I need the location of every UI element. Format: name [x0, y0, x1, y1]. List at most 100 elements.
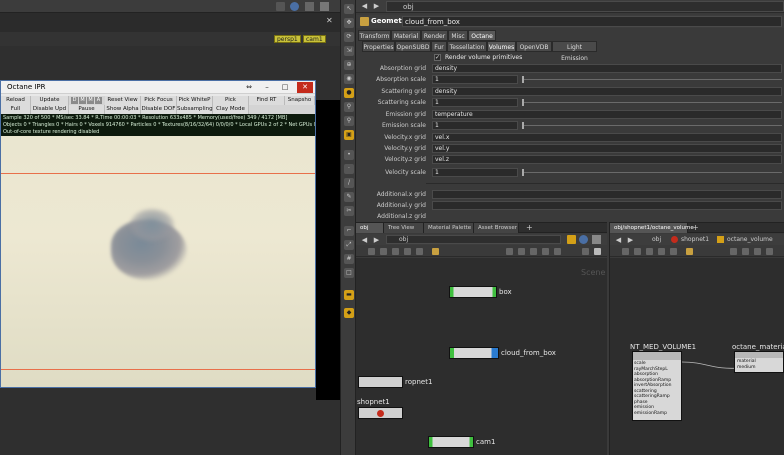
octane-ipr-window[interactable]: Octane IPR ⇔ – □ ✕ Reload Update D M M A… [0, 80, 316, 388]
add-tab-icon[interactable]: + [692, 223, 702, 233]
display-icon[interactable] [594, 248, 601, 255]
brush-icon[interactable]: / [344, 178, 354, 188]
render-volume-checkbox[interactable]: ✓ [434, 54, 441, 61]
absorption-scale-field[interactable]: 1 [432, 75, 518, 84]
tree-icon[interactable] [404, 248, 411, 255]
pin-icon[interactable] [567, 235, 576, 244]
frame-icon[interactable]: ⌐ [344, 226, 354, 236]
slider-knob[interactable] [522, 169, 524, 176]
toggle-d-button[interactable]: D [71, 97, 78, 104]
forward-arrow-icon[interactable]: ▶ [626, 236, 635, 245]
rotate-icon[interactable]: ⟳ [344, 32, 354, 42]
pause-button[interactable]: Pause [69, 105, 105, 114]
pick-whitepoint-button[interactable]: Pick WhiteP [177, 96, 213, 105]
select-icon[interactable]: ↖ [344, 4, 354, 14]
box-icon[interactable]: □ [344, 268, 354, 278]
disable-update-button[interactable]: Disable Upd [31, 105, 69, 114]
maximize-icon[interactable]: □ [277, 82, 293, 93]
subsampling-button[interactable]: Subsampling [177, 105, 213, 114]
clay-mode-button[interactable]: Clay Mode [213, 105, 249, 114]
tab-octane[interactable]: Octane [468, 30, 496, 41]
node-shopnet1[interactable] [358, 407, 403, 419]
node-cam1[interactable] [428, 436, 474, 448]
slider-knob[interactable] [522, 122, 524, 129]
tab-octane-volume[interactable]: obj/shopnet1/octane_volume [610, 223, 694, 233]
scene-viewport[interactable]: persp1 cam1 ✕ Octane IPR ⇔ – □ ✕ Reload … [0, 0, 340, 455]
tab-misc[interactable]: Misc [448, 30, 468, 41]
minimize-icon[interactable]: – [259, 82, 275, 93]
grid-icon[interactable] [634, 248, 641, 255]
tab-fur[interactable]: Fur [431, 41, 447, 52]
absorption-grid-field[interactable]: density [432, 64, 782, 73]
velocity-scale-field[interactable]: 1 [432, 168, 518, 177]
branch-icon[interactable] [742, 248, 749, 255]
tab-light-emission[interactable]: Light Emission [552, 41, 597, 62]
snapshot-button[interactable]: Snapsho [285, 96, 315, 105]
persp-camera-chip[interactable]: persp1 [274, 35, 301, 43]
node-octane-material[interactable]: material medium [734, 351, 784, 373]
tab-asset-browser[interactable]: Asset Browser [474, 223, 519, 233]
layout-icon[interactable] [670, 248, 677, 255]
globe-icon[interactable]: ◉ [344, 74, 354, 84]
move-icon[interactable]: ✥ [344, 18, 354, 28]
grid-icon[interactable]: # [344, 254, 354, 264]
full-reload-button[interactable]: Full Reload [1, 105, 31, 121]
globe-icon[interactable] [579, 235, 588, 244]
tile-icon[interactable] [392, 248, 399, 255]
tab-opensubd[interactable]: OpenSUBD [395, 41, 431, 52]
branch-icon[interactable] [518, 248, 525, 255]
node-ropnet1[interactable] [358, 376, 403, 388]
reload-button[interactable]: Reload [1, 96, 31, 105]
close-icon[interactable]: ✕ [297, 82, 313, 93]
tab-properties[interactable]: Properties [362, 41, 395, 52]
point-icon[interactable]: · [344, 164, 354, 174]
note-icon[interactable] [432, 248, 439, 255]
path-segment[interactable]: shopnet1 [681, 235, 709, 244]
tab-volumes[interactable]: Volumes [487, 41, 516, 52]
align-icon[interactable] [506, 248, 513, 255]
node-nt-med-volume1[interactable]: scale rayMarchStepL absorption absorptio… [632, 351, 682, 421]
add-tab-icon[interactable]: + [526, 223, 536, 233]
tree-icon[interactable] [658, 248, 665, 255]
forward-arrow-icon[interactable]: ▶ [372, 236, 381, 245]
layout-icon[interactable] [416, 248, 423, 255]
path-segment[interactable]: obj [652, 235, 661, 244]
back-arrow-icon[interactable]: ◀ [360, 236, 369, 245]
tab-transform[interactable]: Transform [358, 30, 391, 41]
vop-network-canvas[interactable]: NT_MED_VOLUME1 scale rayMarchStepL absor… [610, 258, 784, 455]
scale-icon[interactable]: ⇲ [344, 46, 354, 56]
network-path-field[interactable]: obj [386, 235, 561, 244]
globe-icon[interactable] [290, 2, 299, 11]
emission-scale-slider[interactable] [522, 125, 782, 126]
update-button[interactable]: Update [31, 96, 69, 105]
input-port[interactable]: emissionRamp [634, 411, 682, 417]
tab-render[interactable]: Render [421, 30, 448, 41]
ipr-render-view[interactable] [1, 136, 315, 387]
pick-material-button[interactable]: Pick Material [213, 96, 249, 112]
expand-icon[interactable]: ⤢ [344, 240, 354, 250]
back-arrow-icon[interactable]: ◀ [360, 2, 369, 11]
tab-openvdb[interactable]: OpenVDB [516, 41, 552, 52]
handle-icon[interactable]: ⚲ [344, 116, 354, 126]
search-icon[interactable] [582, 248, 589, 255]
emission-grid-field[interactable]: temperature [432, 110, 782, 119]
paint-icon[interactable]: ✎ [344, 192, 354, 202]
pin-icon[interactable] [305, 2, 314, 11]
velocity-z-grid-field[interactable]: vel.z [432, 155, 782, 164]
additional-y-grid-field[interactable] [432, 201, 782, 210]
restore-icon[interactable]: ⇔ [241, 82, 257, 93]
camera-icon[interactable]: ▬ [344, 290, 354, 300]
snap-icon[interactable] [754, 248, 761, 255]
tab-material-palette[interactable]: Material Palette [424, 223, 474, 233]
snap-icon[interactable]: ⊕ [344, 60, 354, 70]
tile-icon[interactable] [646, 248, 653, 255]
wire-icon[interactable] [766, 248, 773, 255]
list-icon[interactable] [622, 248, 629, 255]
wire-icon[interactable] [542, 248, 549, 255]
snap-icon[interactable] [530, 248, 537, 255]
dot-icon[interactable]: • [344, 150, 354, 160]
settings-icon[interactable] [592, 235, 601, 244]
toggle-m-button[interactable]: M [79, 97, 86, 104]
emission-scale-field[interactable]: 1 [432, 121, 518, 130]
node-name-field[interactable]: cloud_from_box [402, 16, 782, 27]
